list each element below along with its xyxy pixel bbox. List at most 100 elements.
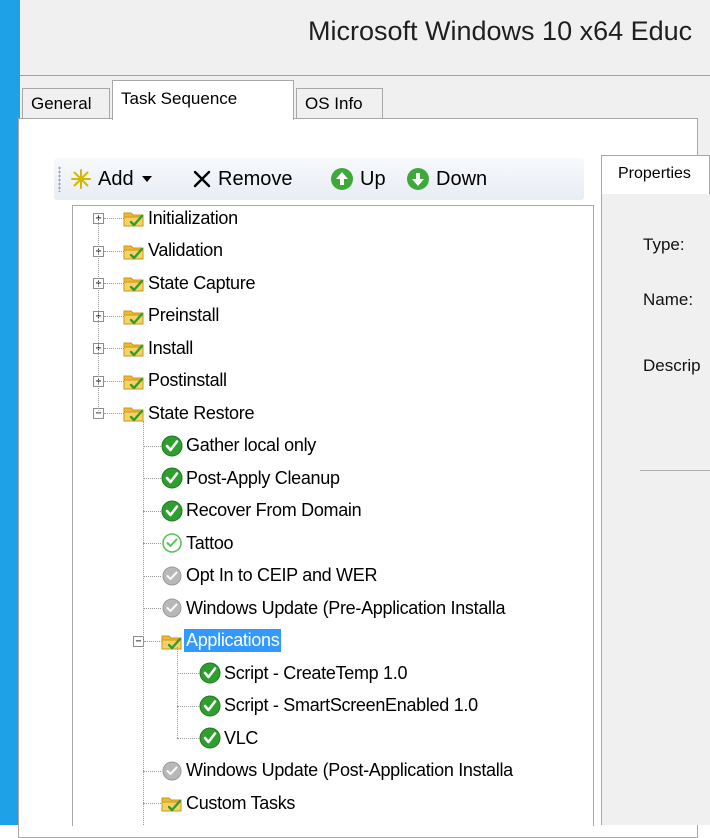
add-star-icon [71,169,91,189]
tree-connector [143,445,161,447]
tree-group-validation[interactable]: Validation [123,238,225,264]
tree-node-label: Script - CreateTemp 1.0 [224,662,408,683]
down-button[interactable]: Down [406,166,487,192]
up-label: Up [360,167,386,190]
green-check-icon [199,662,221,684]
tree-step[interactable]: Post-Apply Cleanup [161,465,342,491]
tree-node-label: Install [148,337,193,358]
tree-step[interactable]: Opt In to CEIP and WER [161,563,379,589]
tree-connector [98,218,99,413]
tree-connector [177,673,199,674]
disabled-check-icon [162,761,182,780]
tree-step[interactable]: Gather local only [161,433,318,459]
tree-node-label: Gather local only [186,435,316,455]
tree-node-label: Applications [184,629,282,652]
tree-node-label: Tattoo [186,532,234,553]
tree-connector [143,770,161,772]
folder-icon [123,245,144,259]
tree-node-label: Opt In to CEIP and WER [186,565,378,585]
tree-connector [143,510,161,512]
folder-icon [123,342,144,357]
down-arrow-icon [407,168,429,190]
tree-connector [143,803,161,804]
tree-group-initialization[interactable]: Initialization [123,206,240,231]
folder-icon [123,310,144,324]
properties-divider [640,470,710,471]
tree-group-install[interactable]: Install [123,335,195,361]
description-label: Descrip [643,356,701,375]
tab-properties[interactable]: Properties [601,155,710,195]
tree-connector [143,575,161,577]
tree-step[interactable]: Windows Update (Post-Application Install… [161,758,515,784]
green-check-icon [199,727,221,749]
tree-connector [104,283,124,284]
tree-node-label: Post-Apply Cleanup [186,467,340,488]
tree-connector [104,315,124,317]
folder-icon [123,212,144,227]
tree-connector [143,608,161,609]
tree-connector [177,705,199,707]
tree-node-label: State Restore [148,402,255,423]
tree-group-state-capture[interactable]: State Capture [123,270,257,296]
tree-step-application[interactable]: Script - CreateTemp 1.0 [199,660,409,686]
tree-step[interactable]: Windows Update (Pre-Application Installa [161,595,507,621]
chevron-down-icon [141,176,152,182]
folder-icon [123,407,144,422]
tree-node-label: Windows Update (Post-Application Install… [186,760,513,780]
window-border [0,0,20,825]
tree-connector [177,738,199,739]
folder-icon [161,635,182,649]
tree-connector [104,348,124,349]
up-arrow-icon [331,168,353,190]
tree-connector [104,250,124,252]
task-sequence-toolbar: Add Remove Up Down [54,158,584,200]
tab-general[interactable]: General [22,88,110,118]
toolbar-grip[interactable] [58,166,61,192]
tree-connector [143,478,161,479]
tree-connector [104,218,124,219]
green-check-icon [161,467,183,489]
task-sequence-tree[interactable]: Initialization + Validation + State Capture +… [72,205,594,826]
tree-group-preinstall[interactable]: Preinstall [123,303,221,329]
name-label: Name: [643,290,694,309]
tree-group-applications[interactable]: Applications [161,628,282,654]
tree-connector [104,413,124,414]
tree-step[interactable]: Recover From Domain [161,498,363,524]
light-check-icon [162,533,182,553]
down-label: Down [436,167,488,190]
tree-node-label: Windows Update (Pre-Application Installa [186,597,506,618]
tree-node-label: Initialization [148,207,238,228]
tree-step[interactable]: Custom Tasks [161,790,297,816]
tree-node-label: Recover From Domain [186,500,362,520]
add-button[interactable]: Add [70,166,154,192]
tree-connector [143,421,144,826]
green-check-icon [199,695,221,716]
type-label: Type: [643,235,685,254]
tree-node-label: Script - SmartScreenEnabled 1.0 [224,695,478,715]
disabled-check-icon [162,566,182,585]
tree-group-postinstall[interactable]: Postinstall [123,368,229,394]
title-divider [20,75,710,76]
disabled-check-icon [162,598,182,618]
tab-task-sequence[interactable]: Task Sequence [112,80,294,120]
tree-node-label: Preinstall [148,305,220,325]
folder-icon [161,797,182,812]
remove-button[interactable]: Remove [192,166,292,192]
remove-x-icon [193,170,211,188]
green-check-icon [161,435,183,456]
tree-node-label: Custom Tasks [186,792,296,813]
title-bar[interactable]: Microsoft Windows 10 x64 Educ [20,0,710,75]
tree-step-application[interactable]: Script - SmartScreenEnabled 1.0 [199,693,480,719]
tree-step[interactable]: Tattoo [161,530,235,556]
tree-node-label: VLC [224,727,259,748]
green-check-icon [161,500,183,521]
folder-icon [123,277,144,292]
tree-step-application[interactable]: VLC [199,725,260,751]
add-label: Add [98,167,134,190]
up-button[interactable]: Up [330,166,386,192]
window-title: Microsoft Windows 10 x64 Educ [308,16,693,46]
tree-connector [104,380,124,382]
tab-os-info[interactable]: OS Info [296,88,383,118]
tree-connector [143,543,161,544]
properties-pane [601,194,710,825]
